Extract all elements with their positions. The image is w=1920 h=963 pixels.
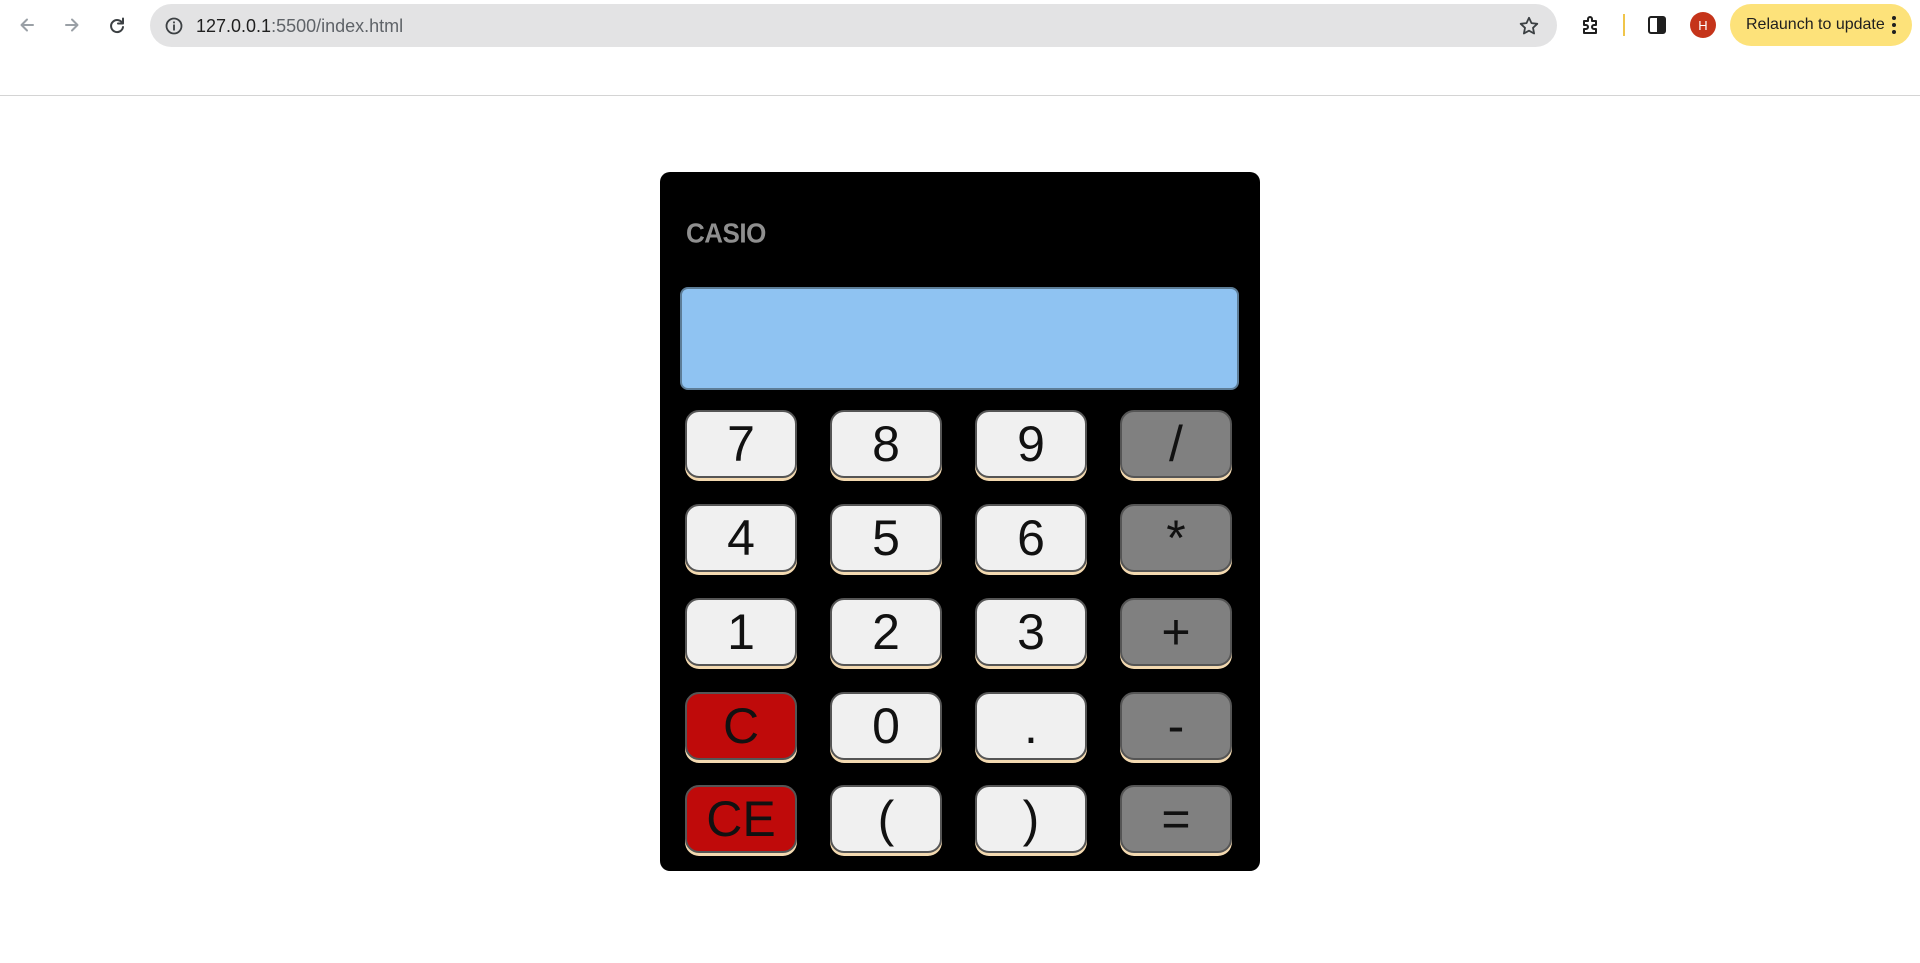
url-path: :5500/index.html — [271, 16, 404, 36]
key-equals-button[interactable]: = — [1120, 785, 1232, 853]
key-open-paren-button[interactable]: ( — [830, 785, 942, 853]
key-7-button[interactable]: 7 — [685, 410, 797, 478]
relaunch-label: Relaunch to update — [1746, 16, 1885, 33]
forward-arrow-icon — [62, 15, 82, 35]
key-multiply-button[interactable]: * — [1120, 504, 1232, 572]
key-2-button[interactable]: 2 — [830, 598, 942, 666]
more-menu-icon — [1892, 16, 1896, 34]
site-info-icon[interactable] — [162, 14, 186, 38]
back-arrow-icon — [17, 15, 37, 35]
profile-avatar[interactable]: H — [1690, 12, 1716, 38]
relaunch-to-update-button[interactable]: Relaunch to update — [1730, 4, 1912, 46]
key-close-paren-button[interactable]: ) — [975, 785, 1087, 853]
url-text: 127.0.0.1:5500/index.html — [196, 16, 403, 37]
key-3-button[interactable]: 3 — [975, 598, 1087, 666]
calculator-display[interactable] — [680, 287, 1239, 390]
bookmark-star-icon[interactable] — [1517, 14, 1541, 38]
key-8-button[interactable]: 8 — [830, 410, 942, 478]
calculator-brand: CASIO — [686, 217, 766, 249]
url-host: 127.0.0.1 — [196, 16, 272, 36]
key-clear-button[interactable]: C — [685, 692, 797, 760]
key-decimal-button[interactable]: . — [975, 692, 1087, 760]
forward-button[interactable] — [55, 8, 89, 42]
side-panel-icon[interactable] — [1644, 12, 1670, 38]
address-bar[interactable]: 127.0.0.1:5500/index.html — [150, 4, 1557, 47]
toolbar-divider — [0, 95, 1920, 96]
key-plus-button[interactable]: + — [1120, 598, 1232, 666]
key-0-button[interactable]: 0 — [830, 692, 942, 760]
reload-button[interactable] — [100, 8, 134, 42]
toolbar-separator — [1623, 14, 1625, 36]
calculator: CASIO 7 8 9 / 4 5 6 * 1 2 3 + C 0. - CE () = — [660, 172, 1260, 871]
key-9-button[interactable]: 9 — [975, 410, 1087, 478]
key-6-button[interactable]: 6 — [975, 504, 1087, 572]
key-1-button[interactable]: 1 — [685, 598, 797, 666]
key-5-button[interactable]: 5 — [830, 504, 942, 572]
key-clear-entry-button[interactable]: CE — [685, 785, 797, 853]
key-minus-button[interactable]: - — [1120, 692, 1232, 760]
key-divide-button[interactable]: / — [1120, 410, 1232, 478]
key-4-button[interactable]: 4 — [685, 504, 797, 572]
back-button[interactable] — [10, 8, 44, 42]
browser-toolbar: 127.0.0.1:5500/index.html H Relaunch to … — [0, 0, 1920, 50]
extensions-puzzle-icon[interactable] — [1578, 12, 1604, 38]
reload-icon — [107, 15, 127, 35]
